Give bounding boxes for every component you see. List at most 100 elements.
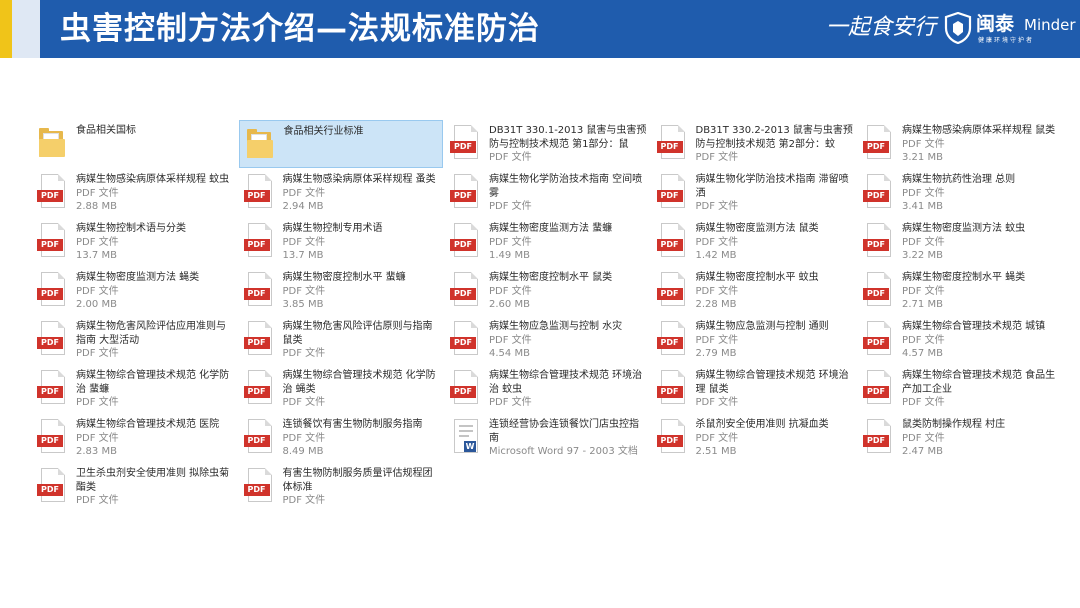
file-meta: 病媒生物危害风险评估应用准则与指南 大型活动 PDF 文件 xyxy=(76,320,234,361)
file-size: 13.7 MB xyxy=(76,250,117,261)
file-item[interactable]: PDF 病媒生物抗药性治理 总则 PDF 文件 3.41 MB xyxy=(858,169,1062,217)
file-item[interactable]: PDF 病媒生物感染病原体采样规程 蚊虫 PDF 文件 2.88 MB xyxy=(32,169,236,217)
file-item[interactable]: PDF 有害生物防制服务质量评估规程团体标准 PDF 文件 xyxy=(239,463,443,511)
file-meta: 连锁经营协会连锁餐饮门店虫控指南 Microsoft Word 97 - 2003… xyxy=(489,418,647,459)
file-size: 2.00 MB xyxy=(76,299,117,310)
pdf-file-icon: PDF xyxy=(37,272,67,308)
file-type: PDF 文件 xyxy=(489,285,532,297)
file-type: PDF 文件 xyxy=(489,201,532,212)
folder-item[interactable]: 食品相关国标 xyxy=(32,120,236,168)
file-item[interactable]: PDF 病媒生物危害风险评估应用准则与指南 大型活动 PDF 文件 xyxy=(32,316,236,364)
file-item[interactable]: PDF 病媒生物综合管理技术规范 医院 PDF 文件 2.83 MB xyxy=(32,414,236,462)
file-name: 病媒生物密度控制水平 鼠类 xyxy=(489,272,613,283)
file-type: PDF 文件 xyxy=(282,187,326,199)
file-name: 病媒生物密度控制水平 蚊虫 xyxy=(695,272,819,283)
file-meta: 病媒生物密度控制水平 蝇类 PDF 文件 2.71 MB xyxy=(902,271,1060,312)
file-name: 病媒生物综合管理技术规范 城镇 xyxy=(902,321,1046,332)
file-name: 病媒生物感染病原体采样规程 蚊虫 xyxy=(76,174,230,185)
file-item[interactable]: PDF 病媒生物感染病原体采样规程 鼠类 PDF 文件 3.21 MB xyxy=(858,120,1062,168)
pdf-file-icon: PDF xyxy=(863,223,893,259)
pdf-file-icon: PDF xyxy=(243,419,274,455)
file-item[interactable]: PDF 病媒生物密度控制水平 鼠类 PDF 文件 2.60 MB xyxy=(445,267,649,315)
file-size: 2.88 MB xyxy=(76,201,117,212)
file-item[interactable]: PDF 病媒生物综合管理技术规范 化学防治 蜚蠊 PDF 文件 xyxy=(32,365,236,413)
file-item[interactable]: PDF 病媒生物密度控制水平 蝇类 PDF 文件 2.71 MB xyxy=(858,267,1062,315)
file-item[interactable]: PDF 病媒生物化学防治技术指南 空间喷雾 PDF 文件 xyxy=(445,169,649,217)
file-size: 2.47 MB xyxy=(902,446,943,457)
file-type: PDF 文件 xyxy=(489,334,532,346)
pdf-file-icon: PDF xyxy=(243,223,274,259)
file-item[interactable]: PDF 病媒生物控制专用术语 PDF 文件 13.7 MB xyxy=(239,218,443,266)
file-item[interactable]: PDF 鼠类防制操作规程 村庄 PDF 文件 2.47 MB xyxy=(858,414,1062,462)
file-item[interactable]: PDF 病媒生物危害风险评估原则与指南 鼠类 PDF 文件 xyxy=(239,316,443,364)
pdf-file-icon: PDF xyxy=(37,468,67,504)
file-type: PDF 文件 xyxy=(282,397,326,408)
brand-tagline: 健康环境守护者 xyxy=(978,37,1035,44)
file-name: 食品相关国标 xyxy=(76,125,136,136)
file-item[interactable]: PDF 病媒生物密度监测方法 蚊虫 PDF 文件 3.22 MB xyxy=(858,218,1062,266)
file-item[interactable]: PDF 病媒生物综合管理技术规范 化学防治 蝇类 PDF 文件 xyxy=(239,365,443,413)
file-meta: 食品相关行业标准 xyxy=(284,125,442,139)
file-type: PDF 文件 xyxy=(695,397,739,408)
file-item[interactable]: PDF 病媒生物密度监测方法 鼠类 PDF 文件 1.42 MB xyxy=(652,218,856,266)
pdf-file-icon: PDF xyxy=(243,321,274,357)
file-item[interactable]: PDF 病媒生物密度控制水平 蜚蠊 PDF 文件 3.85 MB xyxy=(239,267,443,315)
file-name: 病媒生物感染病原体采样规程 鼠类 xyxy=(902,125,1056,136)
file-name: 病媒生物密度控制水平 蜚蠊 xyxy=(282,272,406,283)
file-item[interactable]: W 连锁经营协会连锁餐饮门店虫控指南 Microsoft Word 97 - 200… xyxy=(445,414,649,462)
file-type: PDF 文件 xyxy=(695,201,739,212)
slogan: 一起食安行 xyxy=(826,15,937,40)
file-item[interactable]: PDF DB31T 330.1-2013 鼠害与虫害预防与控制技术规范 第1部分：… xyxy=(445,120,649,168)
file-name: 病媒生物综合管理技术规范 食品生产加工企业 xyxy=(902,370,1056,395)
file-type: PDF 文件 xyxy=(282,495,326,506)
pdf-file-icon: PDF xyxy=(656,370,687,406)
file-type: PDF 文件 xyxy=(489,152,532,163)
file-name: 病媒生物密度监测方法 鼠类 xyxy=(695,223,819,234)
file-item[interactable]: PDF 病媒生物感染病原体采样规程 蚤类 PDF 文件 2.94 MB xyxy=(239,169,443,217)
file-size: 3.41 MB xyxy=(902,201,943,212)
file-item[interactable]: PDF 病媒生物应急监测与控制 水灾 PDF 文件 4.54 MB xyxy=(445,316,649,364)
pdf-file-icon: PDF xyxy=(450,223,480,259)
file-item[interactable]: PDF 病媒生物综合管理技术规范 环境治治 蚊虫 PDF 文件 xyxy=(445,365,649,413)
file-name: 病媒生物密度监测方法 蝇类 xyxy=(76,272,200,283)
file-meta: 病媒生物危害风险评估原则与指南 鼠类 PDF 文件 xyxy=(283,320,441,361)
file-item[interactable]: PDF 连锁餐饮有害生物防制服务指南 PDF 文件 8.49 MB xyxy=(239,414,443,462)
file-item[interactable]: PDF 病媒生物密度控制水平 蚊虫 PDF 文件 2.28 MB xyxy=(652,267,856,315)
file-size: 3.22 MB xyxy=(902,250,943,261)
file-size: 3.21 MB xyxy=(902,152,943,163)
pdf-file-icon: PDF xyxy=(656,321,687,357)
file-item[interactable]: PDF DB31T 330.2-2013 鼠害与虫害预防与控制技术规范 第2部分：… xyxy=(652,120,856,168)
file-type: PDF 文件 xyxy=(489,236,532,248)
file-item[interactable]: PDF 卫生杀虫剂安全使用准则 拟除虫菊酯类 PDF 文件 xyxy=(32,463,236,511)
file-item[interactable]: PDF 杀鼠剂安全使用准则 抗凝血类 PDF 文件 2.51 MB xyxy=(652,414,856,462)
file-type: PDF 文件 xyxy=(695,285,739,297)
file-item[interactable]: PDF 病媒生物密度监测方法 蝇类 PDF 文件 2.00 MB xyxy=(32,267,236,315)
file-size: 4.57 MB xyxy=(902,348,943,359)
file-item[interactable]: PDF 病媒生物化学防治技术指南 滞留喷洒 PDF 文件 xyxy=(652,169,856,217)
file-type: PDF 文件 xyxy=(76,285,119,297)
file-meta: 病媒生物密度控制水平 蜚蠊 PDF 文件 3.85 MB xyxy=(283,271,441,312)
brand-name-en: Minder xyxy=(1024,16,1076,34)
file-type: Microsoft Word 97 - 2003 文档 xyxy=(489,446,638,457)
file-item[interactable]: PDF 病媒生物综合管理技术规范 食品生产加工企业 PDF 文件 xyxy=(858,365,1062,413)
file-meta: 病媒生物密度监测方法 蚊虫 PDF 文件 3.22 MB xyxy=(902,222,1060,263)
file-name: 病媒生物控制专用术语 xyxy=(282,223,383,234)
file-name: DB31T 330.2-2013 鼠害与虫害预防与控制技术规范 第2部分：蚊虫.… xyxy=(695,125,853,150)
file-item[interactable]: PDF 病媒生物综合管理技术规范 城镇 PDF 文件 4.57 MB xyxy=(858,316,1062,364)
pdf-file-icon: PDF xyxy=(243,370,274,406)
file-meta: 有害生物防制服务质量评估规程团体标准 PDF 文件 xyxy=(283,467,441,508)
file-size: 2.79 MB xyxy=(695,348,737,359)
file-meta: 病媒生物控制术语与分类 PDF 文件 13.7 MB xyxy=(76,222,234,263)
file-item[interactable]: PDF 病媒生物控制术语与分类 PDF 文件 13.7 MB xyxy=(32,218,236,266)
file-name: 病媒生物密度监测方法 蚊虫 xyxy=(902,223,1026,234)
file-item[interactable]: PDF 病媒生物密度监测方法 蜚蠊 PDF 文件 1.49 MB xyxy=(445,218,649,266)
file-name: 病媒生物危害风险评估原则与指南 鼠类 xyxy=(282,321,433,346)
header-accent-strip xyxy=(12,0,40,58)
file-type: PDF 文件 xyxy=(282,432,326,444)
pdf-file-icon: PDF xyxy=(243,468,274,504)
file-type: PDF 文件 xyxy=(76,432,119,444)
file-item[interactable]: PDF 病媒生物应急监测与控制 通则 PDF 文件 2.79 MB xyxy=(652,316,856,364)
folder-item[interactable]: 食品相关行业标准 xyxy=(238,120,443,168)
file-size: 2.83 MB xyxy=(76,446,117,457)
file-item[interactable]: PDF 病媒生物综合管理技术规范 环境治理 鼠类 PDF 文件 xyxy=(652,365,856,413)
